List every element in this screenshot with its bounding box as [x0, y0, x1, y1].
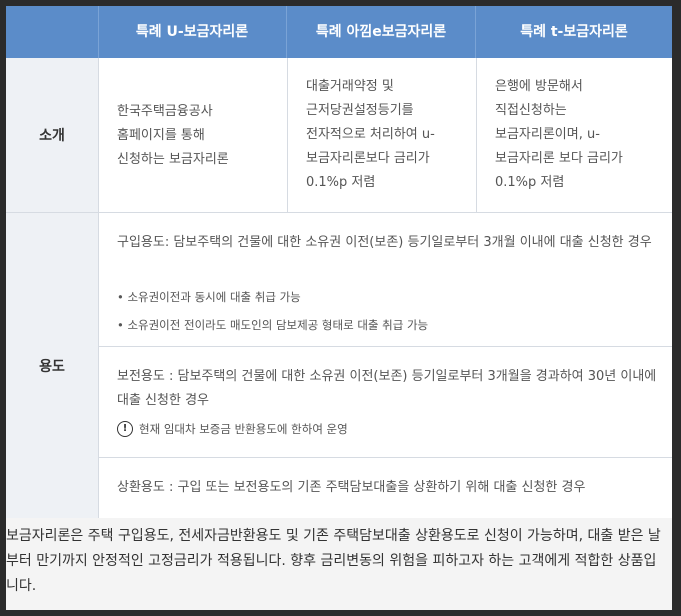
usage-preserve-note-text: 현재 임대차 보증금 반환용도에 한하여 운영 — [139, 422, 348, 436]
usage-preserve-text: 보전용도 : 담보주택의 건물에 대한 소유권 이전(보존) 등기일로부터 3개… — [117, 369, 657, 408]
usage-preserve-cell: 보전용도 : 담보주택의 건물에 대한 소유권 이전(보존) 등기일로부터 3개… — [98, 347, 672, 458]
intro-text-e: 대출거래약정 및 근저당권설정등기를 전자적으로 처리하여 u- 보금자리론보다… — [306, 79, 435, 190]
intro-cell-u: 한국주택금융공사 홈페이지를 통해 신청하는 보금자리론 — [98, 58, 287, 213]
table-header-corner — [6, 6, 99, 58]
product-description: 보금자리론은 주택 구입용도, 전세자금반환용도 및 기존 주택담보대출 상환용… — [6, 528, 661, 594]
usage-purchase-cell: 구입용도: 담보주택의 건물에 대한 소유권 이전(보존) 등기일로부터 3개월… — [98, 213, 672, 347]
column-header-u: 특례 U-보금자리론 — [98, 6, 287, 58]
intro-cell-t: 은행에 방문해서 직접신청하는 보금자리론이며, u- 보금자리론 보다 금리가… — [476, 58, 672, 213]
usage-purchase-text: 구입용도: 담보주택의 건물에 대한 소유권 이전(보존) 등기일로부터 3개월… — [117, 235, 652, 250]
intro-text-u: 한국주택금융공사 홈페이지를 통해 신청하는 보금자리론 — [117, 104, 229, 167]
table-header-row: 특례 U-보금자리론 특례 아낌e보금자리론 특례 t-보금자리론 — [6, 6, 672, 58]
usage-purchase-bullet-1: • 소유권이전과 동시에 대출 취급 가능 — [117, 290, 301, 304]
usage-repay-cell: 상환용도 : 구입 또는 보전용도의 기존 주택담보대출을 상환하기 위해 대출… — [98, 458, 672, 518]
intro-text-t: 은행에 방문해서 직접신청하는 보금자리론이며, u- 보금자리론 보다 금리가… — [495, 79, 623, 190]
exclamation-icon: ! — [117, 421, 133, 437]
row-header-usage: 용도 — [6, 213, 98, 518]
product-comparison-panel: 특례 U-보금자리론 특례 아낌e보금자리론 특례 t-보금자리론 소개 한국주… — [6, 6, 672, 610]
column-header-t: 특례 t-보금자리론 — [520, 24, 628, 40]
intro-cell-e: 대출거래약정 및 근저당권설정등기를 전자적으로 처리하여 u- 보금자리론보다… — [287, 58, 476, 213]
usage-purchase-bullet-2: • 소유권이전 전이라도 매도인의 담보제공 형태로 대출 취급 가능 — [117, 318, 429, 332]
usage-preserve-note: ! 현재 임대차 보증금 반환용도에 한하여 운영 — [117, 417, 348, 441]
column-header-e: 특례 아낌e보금자리론 — [287, 6, 476, 58]
row-header-intro: 소개 — [6, 58, 98, 213]
usage-repay-text: 상환용도 : 구입 또는 보전용도의 기존 주택담보대출을 상환하기 위해 대출… — [117, 480, 586, 495]
